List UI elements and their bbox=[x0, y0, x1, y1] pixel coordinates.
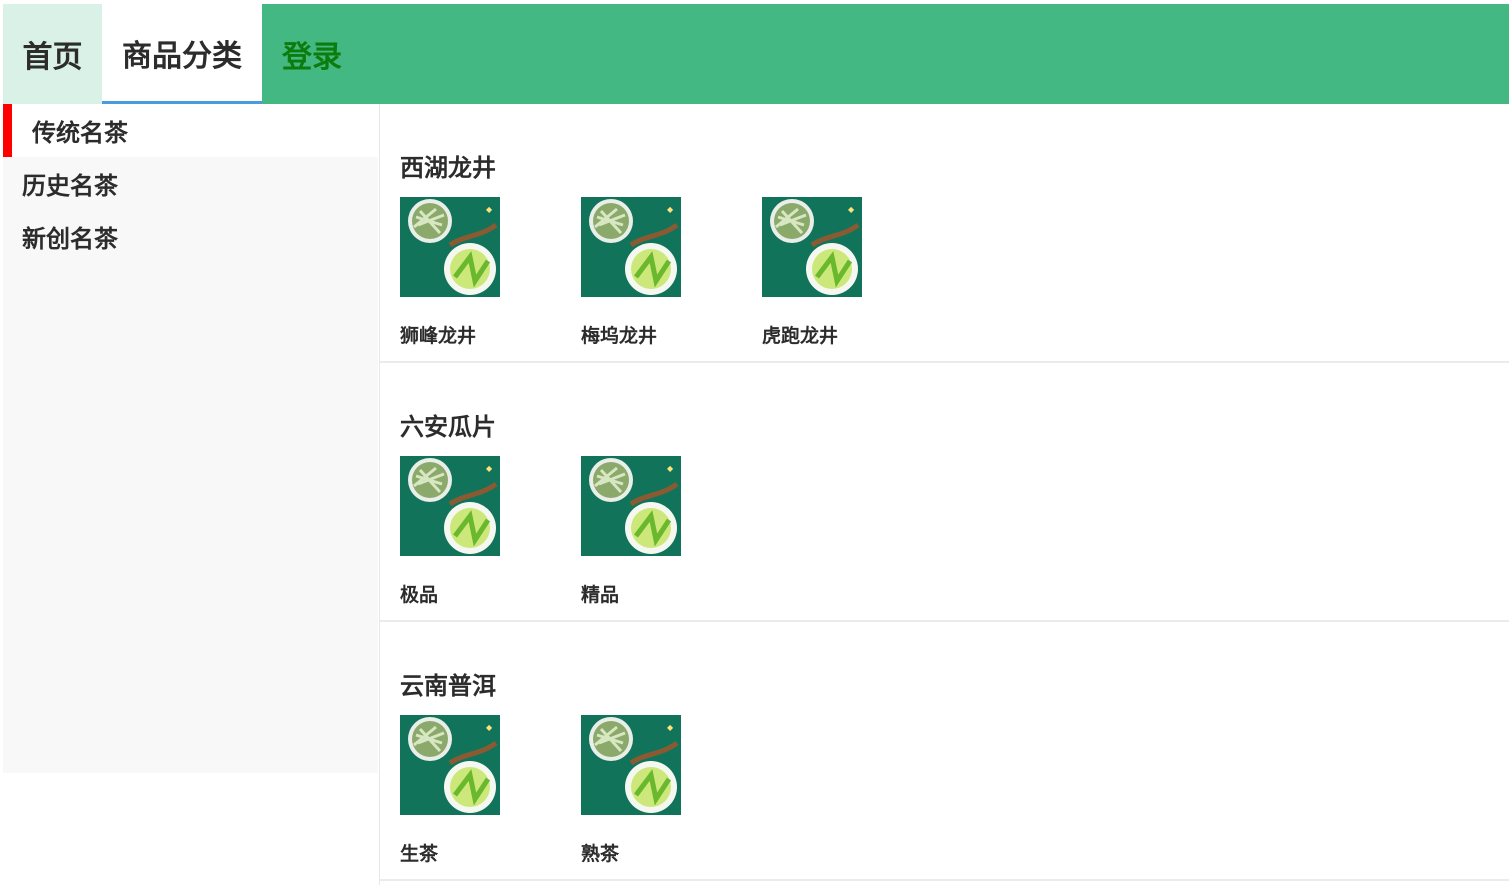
svg-text:◆: ◆ bbox=[486, 723, 493, 732]
product-name: 生茶 bbox=[400, 843, 439, 865]
tea-product-image: ◆ bbox=[581, 197, 681, 297]
sidebar-item-historical[interactable]: 历史名茶 bbox=[3, 157, 378, 210]
tea-product-image: ◆ bbox=[400, 197, 500, 297]
svg-text:◆: ◆ bbox=[486, 464, 493, 473]
product-list: ◆ 极品 ◆ 精品 bbox=[400, 456, 681, 607]
tea-product-image: ◆ bbox=[581, 715, 681, 815]
product-card[interactable]: ◆ 极品 bbox=[400, 456, 500, 607]
nav-home[interactable]: 首页 bbox=[3, 4, 102, 104]
top-navigation: 首页 商品分类 登录 bbox=[3, 4, 1509, 104]
tea-product-image: ◆ bbox=[400, 456, 500, 556]
sidebar-item-new[interactable]: 新创名茶 bbox=[3, 210, 378, 263]
tea-product-image: ◆ bbox=[581, 456, 681, 556]
product-name: 狮峰龙井 bbox=[400, 325, 477, 347]
section-title: 云南普洱 bbox=[400, 672, 496, 700]
product-section: 六安瓜片 ◆ 极品 ◆ 精品 bbox=[380, 363, 1509, 622]
sidebar-item-traditional[interactable]: 传统名茶 bbox=[3, 104, 378, 157]
category-sidebar: 传统名茶 历史名茶 新创名茶 bbox=[3, 104, 378, 773]
svg-text:◆: ◆ bbox=[486, 205, 493, 214]
nav-login[interactable]: 登录 bbox=[262, 4, 362, 104]
product-list: ◆ 狮峰龙井 ◆ 梅坞龙井 ◆ 虎跑龙井 bbox=[400, 197, 862, 348]
tea-product-image: ◆ bbox=[762, 197, 862, 297]
product-section: 西湖龙井 ◆ 狮峰龙井 ◆ 梅坞龙井 ◆ 虎跑龙井 bbox=[380, 104, 1509, 363]
section-title: 西湖龙井 bbox=[400, 154, 496, 182]
product-card[interactable]: ◆ 狮峰龙井 bbox=[400, 197, 500, 348]
product-name: 熟茶 bbox=[581, 843, 620, 865]
svg-text:◆: ◆ bbox=[667, 464, 674, 473]
product-card[interactable]: ◆ 虎跑龙井 bbox=[762, 197, 862, 348]
svg-text:◆: ◆ bbox=[667, 205, 674, 214]
product-card[interactable]: ◆ 梅坞龙井 bbox=[581, 197, 681, 348]
tea-product-image: ◆ bbox=[400, 715, 500, 815]
product-card[interactable]: ◆ 熟茶 bbox=[581, 715, 681, 866]
product-card[interactable]: ◆ 精品 bbox=[581, 456, 681, 607]
product-name: 梅坞龙井 bbox=[581, 325, 658, 347]
product-list: ◆ 生茶 ◆ 熟茶 bbox=[400, 715, 681, 866]
nav-category[interactable]: 商品分类 bbox=[102, 4, 262, 104]
product-name: 精品 bbox=[581, 584, 620, 606]
svg-text:◆: ◆ bbox=[667, 723, 674, 732]
svg-text:◆: ◆ bbox=[848, 205, 855, 214]
product-card[interactable]: ◆ 生茶 bbox=[400, 715, 500, 866]
product-name: 虎跑龙井 bbox=[762, 325, 839, 347]
product-section: 云南普洱 ◆ 生茶 ◆ 熟茶 bbox=[380, 622, 1509, 881]
section-title: 六安瓜片 bbox=[400, 413, 496, 441]
product-content: 西湖龙井 ◆ 狮峰龙井 ◆ 梅坞龙井 ◆ 虎跑龙井 六安瓜片 ◆ 极品 ◆ 精品… bbox=[379, 104, 1509, 885]
product-name: 极品 bbox=[400, 584, 439, 606]
